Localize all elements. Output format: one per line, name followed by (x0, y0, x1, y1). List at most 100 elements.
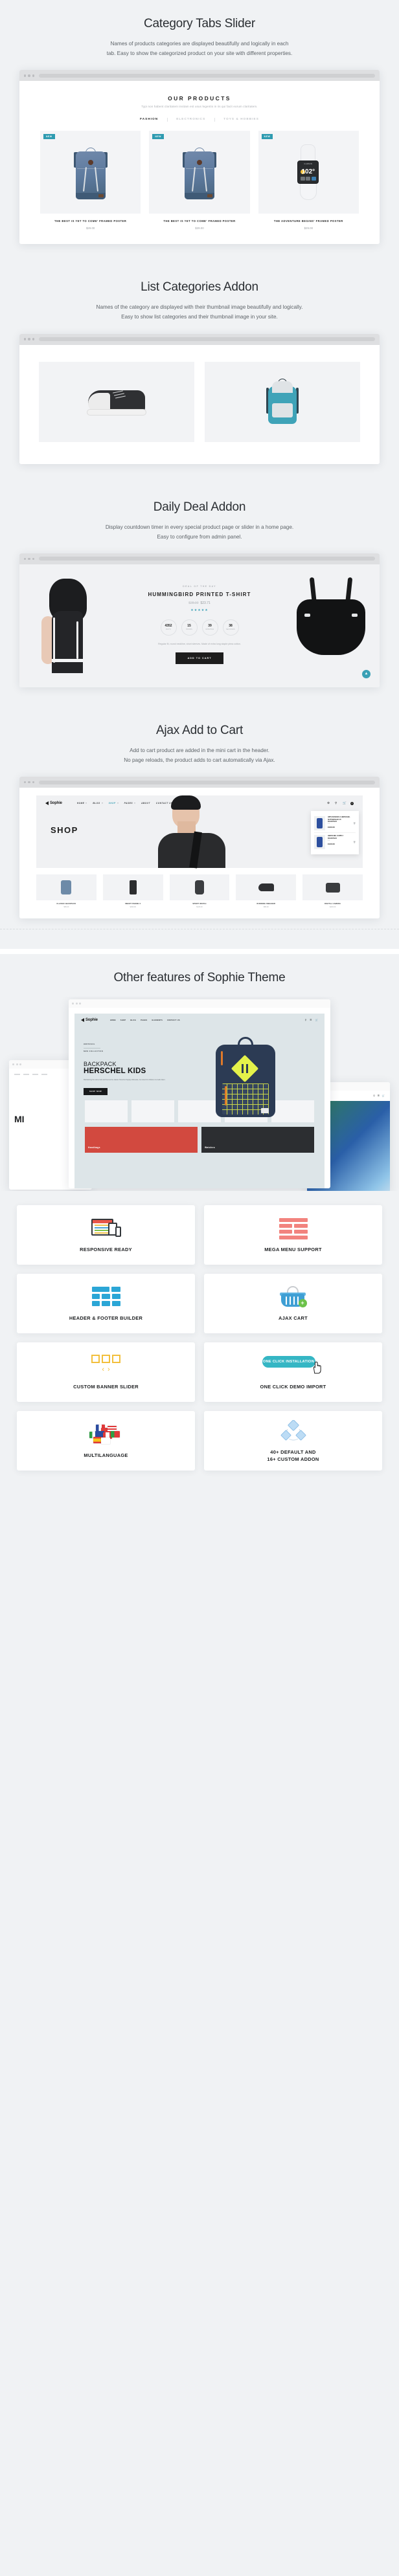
tab-toys-hobbies[interactable]: TOYS & HOBBIES (214, 117, 268, 122)
product-image[interactable] (236, 874, 297, 901)
search-icon[interactable]: ⚲ (305, 1019, 307, 1021)
grid-icon[interactable]: ☰ (378, 1094, 380, 1097)
product-name[interactable]: SPORT WATCH (170, 903, 230, 905)
add-to-cart-button[interactable]: ADD TO CART (176, 652, 223, 664)
window-controls[interactable] (24, 338, 35, 340)
promo-banner-handbags[interactable]: Handbags (85, 1127, 198, 1153)
shop-now-button[interactable]: SHOP NOW (84, 1088, 108, 1096)
site-logo[interactable]: Sophie (81, 1018, 98, 1023)
window-controls[interactable] (24, 781, 35, 784)
close-dot-icon[interactable] (24, 557, 27, 561)
feature-card-responsive-ready[interactable]: RESPONSIVE READY (17, 1205, 195, 1265)
menu-item-contact-us[interactable]: CONTACT US (167, 1019, 180, 1021)
product-card[interactable]: SPORT WATCH $129.00 (169, 874, 230, 908)
feature-card-mega-menu-support[interactable]: MEGA MENU SUPPORT (204, 1205, 382, 1265)
settings-icon[interactable]: ⚙ (327, 801, 330, 805)
feature-card-one-click-demo-import[interactable]: ONE CLICK INSTALLATION ONE CLICK DEMO IM… (204, 1342, 382, 1403)
close-dot-icon[interactable] (72, 1003, 74, 1005)
deal-product-name[interactable]: HUMMINGBIRD PRINTED T-SHIRT (117, 592, 282, 597)
product-image[interactable]: NEW (149, 131, 250, 214)
featured-product-cell[interactable] (271, 1100, 314, 1123)
site-logo[interactable]: Sophie (45, 801, 62, 806)
mini-cart-item[interactable]: HIPS DESIGNS X HERSCHEL NUTTERSACK 25 BA… (314, 814, 356, 834)
product-image[interactable] (102, 874, 163, 901)
product-name[interactable]: RUNNING SNEAKER (236, 903, 296, 905)
maximize-dot-icon[interactable] (32, 74, 35, 77)
cart-icon[interactable]: 🛒 (343, 801, 347, 805)
main-theme-window[interactable]: Sophie HOME SHOP BLOG PAGES ELEMENTS CON… (69, 999, 330, 1189)
product-name[interactable]: DIGITAL CAMERA (302, 903, 363, 905)
product-image[interactable]: NEW (40, 131, 141, 214)
feature-card-custom-banner-slider[interactable]: ‹ › CUSTOM BANNER SLIDER (17, 1342, 195, 1403)
trash-icon[interactable]: 🗑 (353, 841, 356, 843)
minimize-dot-icon[interactable] (28, 781, 30, 784)
menu-item-blog[interactable]: BLOG (93, 802, 103, 805)
address-bar[interactable] (39, 73, 375, 78)
product-name[interactable]: THE ADVENTURE BEGINS' FRAMED POSTER (258, 219, 359, 223)
mini-cart-item[interactable]: HERSCHEL SUPPLY BACKPACK 1 x €120.00 🗑 (314, 833, 356, 851)
shop-toolbar[interactable]: ⚙ ⚲ 🛒 2 (327, 801, 354, 805)
product-card[interactable]: NEW THE BEST IS YET TO COME' FRAMED POST… (40, 131, 141, 230)
mini-cart-item-title[interactable]: HERSCHEL SUPPLY BACKPACK (328, 835, 350, 839)
featured-product-cell[interactable] (85, 1100, 128, 1123)
cart-icon[interactable]: 🛒 (382, 1094, 385, 1097)
close-dot-icon[interactable] (24, 338, 27, 340)
product-name[interactable]: THE BEST IS YET TO COME' FRAMED POSTER (40, 219, 141, 223)
product-card[interactable]: SMART PHONE X $399.00 (102, 874, 163, 908)
feature-card-custom-addon[interactable]: 40+ DEFAULT AND 16+ CUSTOM ADDON (204, 1411, 382, 1471)
theme-toolbar[interactable]: ⚲ ☰ 🛒 (305, 1019, 318, 1021)
cart-icon[interactable]: 🛒 (315, 1019, 318, 1021)
product-name[interactable]: SMART PHONE X (103, 903, 163, 905)
product-image[interactable] (36, 874, 97, 901)
tab-electronics[interactable]: ELECTRONICS (167, 117, 214, 122)
close-dot-icon[interactable] (24, 781, 27, 784)
address-bar[interactable] (39, 337, 375, 342)
product-image[interactable]: NEW GARMIN 102° (258, 131, 359, 214)
product-card[interactable]: RUNNING SNEAKER $89.00 (236, 874, 297, 908)
one-click-installation-badge[interactable]: ONE CLICK INSTALLATION (262, 1356, 315, 1368)
product-card[interactable]: DIGITAL CAMERA $249.00 (302, 874, 363, 908)
maximize-dot-icon[interactable] (79, 1003, 81, 1005)
window-controls[interactable] (24, 74, 35, 77)
product-image[interactable] (302, 874, 363, 901)
category-card[interactable] (39, 361, 194, 442)
maximize-dot-icon[interactable] (32, 338, 35, 340)
product-card[interactable]: CLASSIC BACKPACK $59.00 (36, 874, 97, 908)
promo-banner-watches[interactable]: Watches (201, 1127, 314, 1153)
tab-fashion[interactable]: FASHION (131, 117, 167, 120)
product-card[interactable]: NEW GARMIN 102° THE ADVENTURE BEGINS' FR… (258, 131, 359, 230)
feature-card-header-footer-builder[interactable]: HEADER & FOOTER BUILDER (17, 1274, 195, 1334)
minimize-dot-icon[interactable] (28, 338, 30, 340)
minimize-dot-icon[interactable] (75, 1003, 78, 1005)
menu-item-about[interactable]: ABOUT (141, 802, 150, 805)
address-bar[interactable] (39, 557, 375, 561)
menu-item-home[interactable]: HOME (110, 1019, 116, 1021)
search-icon[interactable]: ⚲ (373, 1094, 374, 1097)
menu-item-pages[interactable]: PAGES (124, 802, 136, 805)
product-name[interactable]: CLASSIC BACKPACK (36, 903, 97, 905)
maximize-dot-icon[interactable] (32, 781, 35, 784)
product-image[interactable] (169, 874, 230, 901)
feature-card-ajax-cart[interactable]: + AJAX CART (204, 1274, 382, 1334)
scroll-to-top-icon[interactable]: ▲ (362, 669, 370, 678)
maximize-dot-icon[interactable] (32, 557, 35, 561)
product-name[interactable]: THE BEST IS YET TO COME' FRAMED POSTER (149, 219, 249, 223)
menu-item-shop[interactable]: SHOP (109, 802, 119, 805)
menu-item-home[interactable]: HOME (77, 802, 87, 805)
menu-item-shop[interactable]: SHOP (120, 1019, 126, 1021)
mini-cart-item-title[interactable]: HIPS DESIGNS X HERSCHEL NUTTERSACK 25 BA… (328, 816, 350, 823)
product-card[interactable]: NEW THE BEST IS YET TO COME' FRAMED POST… (149, 131, 250, 230)
close-dot-icon[interactable] (24, 74, 27, 77)
menu-item-elements[interactable]: ELEMENTS (152, 1019, 163, 1021)
window-controls[interactable] (24, 557, 35, 561)
mini-cart-popup[interactable]: HIPS DESIGNS X HERSCHEL NUTTERSACK 25 BA… (311, 811, 359, 855)
theme-menu[interactable]: HOME SHOP BLOG PAGES ELEMENTS CONTACT US (110, 1019, 180, 1021)
address-bar[interactable] (39, 780, 375, 784)
minimize-dot-icon[interactable] (28, 74, 30, 77)
maximize-dot-icon[interactable] (19, 1063, 21, 1066)
trash-icon[interactable]: 🗑 (353, 822, 356, 825)
featured-product-cell[interactable] (178, 1100, 221, 1123)
minimize-dot-icon[interactable] (16, 1063, 18, 1066)
menu-item-blog[interactable]: BLOG (130, 1019, 136, 1021)
menu-item-pages[interactable]: PAGES (141, 1019, 147, 1021)
